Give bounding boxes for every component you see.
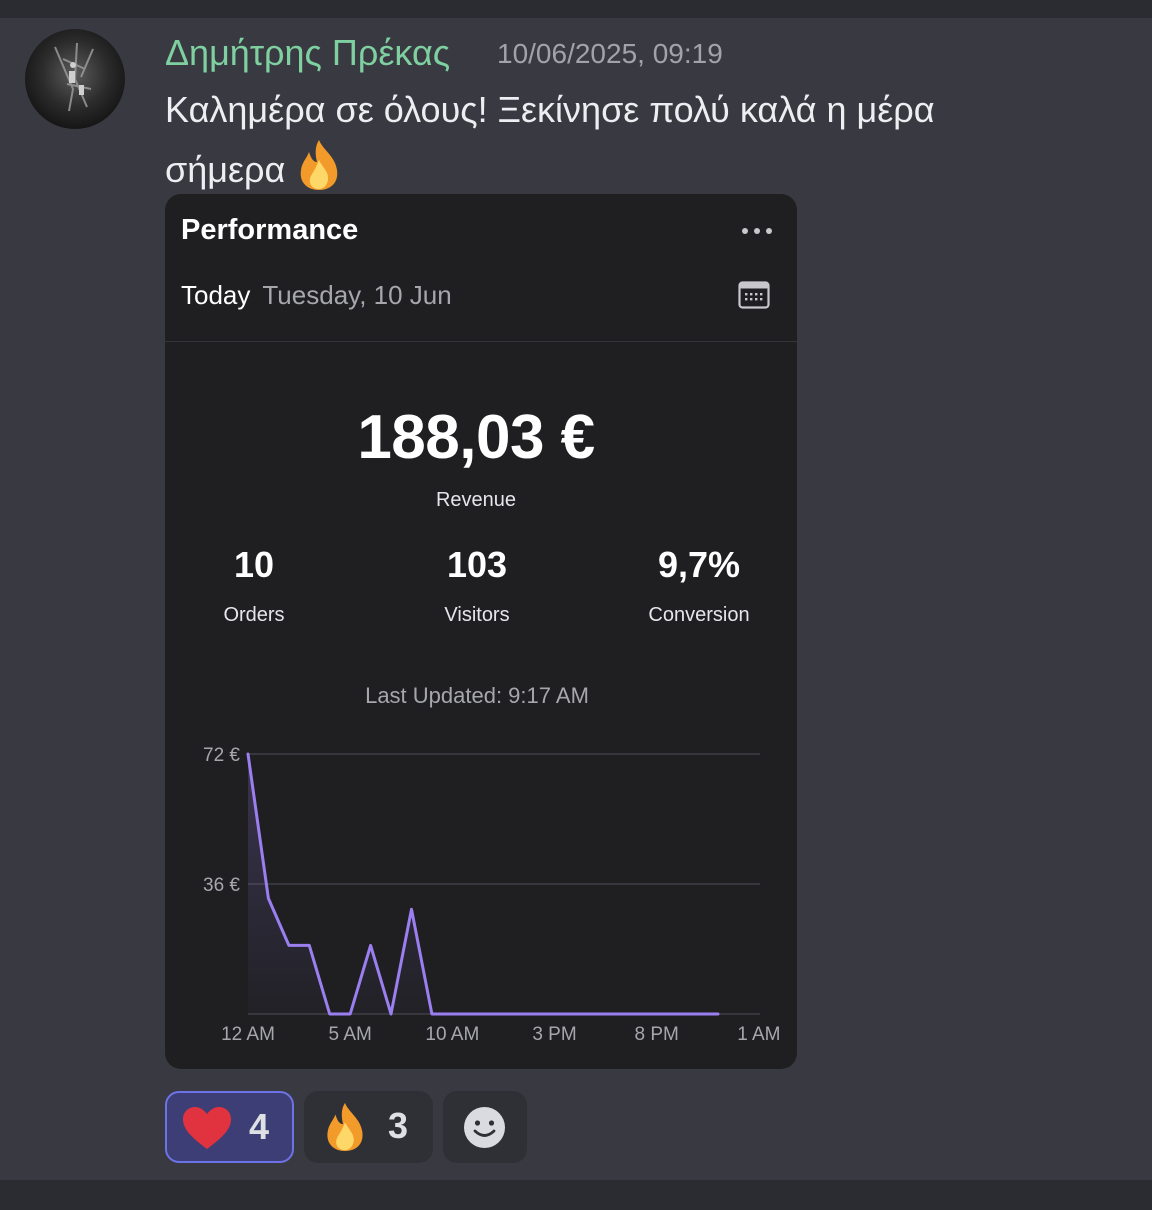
stat-orders: 10 Orders <box>165 544 354 627</box>
calendar-icon[interactable] <box>738 280 770 310</box>
bottom-strip <box>0 1180 1152 1210</box>
card-divider <box>165 341 797 342</box>
conversion-label: Conversion <box>648 604 750 626</box>
top-strip <box>0 0 1152 18</box>
x-tick-label: 3 PM <box>532 1024 576 1045</box>
visitors-label: Visitors <box>444 604 510 626</box>
card-title: Performance <box>181 214 359 246</box>
visitors-value: 103 <box>446 544 508 585</box>
fire-emoji-icon <box>327 1102 363 1152</box>
last-updated: Last Updated: 9:17 AM <box>365 683 589 708</box>
x-tick-label: 12 AM <box>221 1024 275 1045</box>
conversion-value: 9,7% <box>657 544 741 585</box>
revenue-label: Revenue <box>435 489 517 511</box>
y-tick-label: 72 € <box>203 745 240 766</box>
x-tick-label: 1 AM <box>737 1024 780 1045</box>
reaction-fire[interactable]: 3 <box>304 1091 433 1163</box>
avatar[interactable] <box>25 29 125 129</box>
revenue-value: 188,03 € <box>357 403 595 472</box>
smiley-icon <box>464 1107 505 1148</box>
orders-label: Orders <box>223 604 285 626</box>
stat-conversion: 9,7% Conversion <box>599 544 797 627</box>
performance-card[interactable]: Performance Today Tuesday, 10 Jun 188,03 … <box>165 194 797 1069</box>
heart-reaction-count: 4 <box>249 1106 270 1147</box>
message-text: Καλημέρα σε όλους! Ξεκίνησε πολύ καλά η … <box>165 82 1005 208</box>
author-name[interactable]: Δημήτρης Πρέκας <box>165 32 450 74</box>
date-today-label: Today <box>181 280 251 310</box>
date-value: Tuesday, 10 Jun <box>262 280 452 310</box>
reaction-heart[interactable]: 4 <box>165 1091 294 1163</box>
y-tick-label: 36 € <box>203 875 240 896</box>
add-reaction-button[interactable] <box>443 1091 527 1163</box>
x-tick-label: 8 PM <box>635 1024 679 1045</box>
x-tick-label: 10 AM <box>425 1024 479 1045</box>
stat-visitors: 103 Visitors <box>377 544 577 627</box>
message-line-2-text: σήμερα <box>165 149 286 190</box>
avatar-image <box>54 42 94 112</box>
message-line-1: Καλημέρα σε όλους! Ξεκίνησε πολύ καλά η … <box>165 89 935 130</box>
orders-value: 10 <box>233 544 275 585</box>
message-timestamp: 10/06/2025, 09:19 <box>497 38 723 69</box>
fire-reaction-count: 3 <box>388 1105 409 1146</box>
revenue-chart: 72 € 36 € 12 AM 5 AM 10 AM 3 PM 8 PM 1 AM <box>203 745 781 1045</box>
date-row: Today Tuesday, 10 Jun <box>181 280 452 311</box>
x-tick-label: 5 AM <box>329 1024 372 1045</box>
more-options-icon[interactable] <box>739 224 775 238</box>
heart-emoji-icon <box>183 1107 231 1149</box>
